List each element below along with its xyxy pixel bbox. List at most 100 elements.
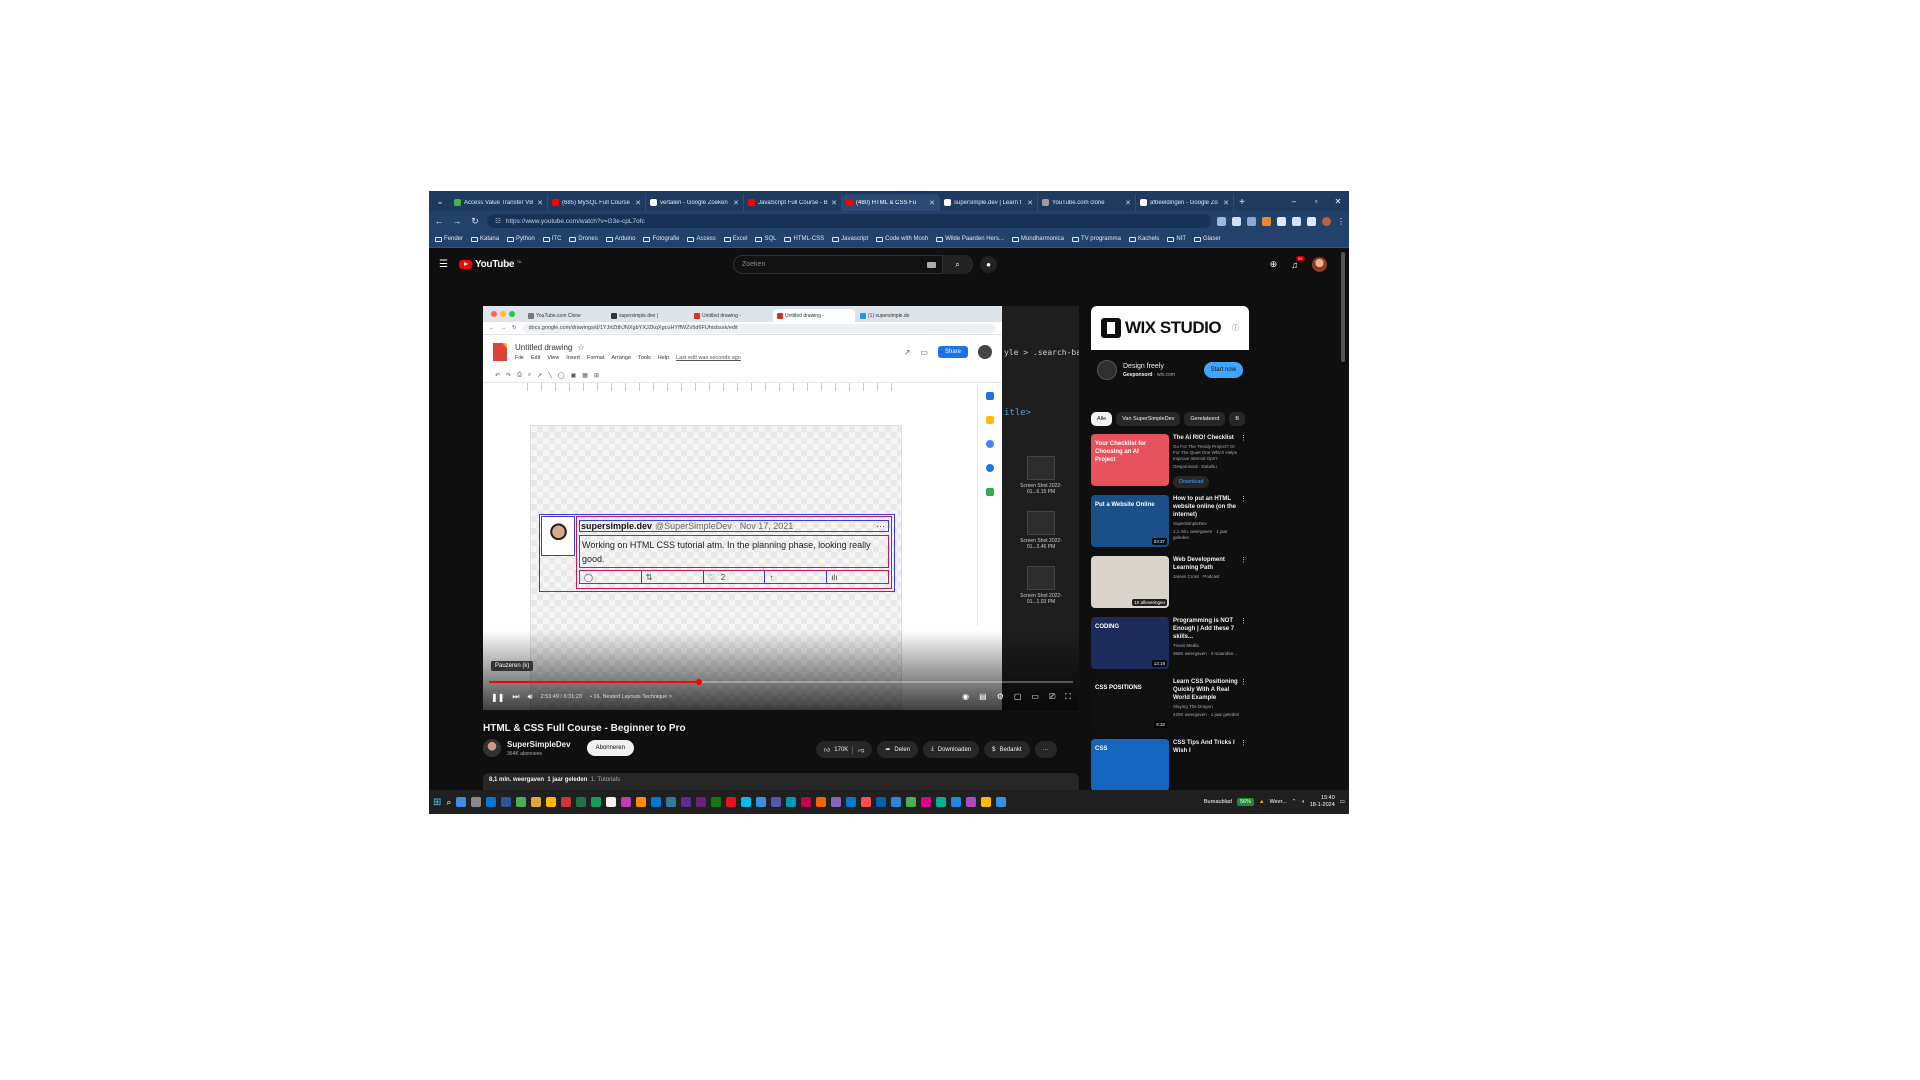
recommended-video[interactable]: Put a Website Online 23:37 How to put an H… bbox=[1091, 495, 1249, 553]
taskbar-app-icon[interactable] bbox=[711, 797, 722, 807]
video-thumbnail[interactable]: 10 afleveringen bbox=[1091, 556, 1169, 608]
chapter-title[interactable]: • 16. Nested Layouts Technique > bbox=[590, 694, 672, 700]
mic-icon[interactable]: ● bbox=[980, 256, 997, 273]
bookmark-item[interactable]: Mondharmonica bbox=[1011, 236, 1064, 242]
filter-chip[interactable]: B bbox=[1229, 411, 1246, 426]
next-icon[interactable]: ⏭ bbox=[512, 692, 519, 702]
taskbar-app-icon[interactable] bbox=[906, 797, 917, 807]
restore-icon[interactable]: ▫ bbox=[1305, 197, 1327, 206]
share-button[interactable]: ➦ Delen bbox=[877, 741, 919, 758]
taskbar-app-icon[interactable] bbox=[741, 797, 752, 807]
recommended-video[interactable]: CSS POSITIONS 8:32 Learn CSS Positioning Q… bbox=[1091, 678, 1249, 736]
taskbar-app-icon[interactable] bbox=[936, 797, 947, 807]
taskbar-app-icon[interactable] bbox=[636, 797, 647, 807]
extension-icon[interactable] bbox=[1247, 216, 1256, 226]
forward-icon[interactable]: → bbox=[451, 216, 463, 226]
taskbar-app-icon[interactable] bbox=[861, 797, 872, 807]
subscribe-button[interactable]: Abonneren bbox=[586, 740, 634, 756]
tab-close-icon[interactable]: ✕ bbox=[635, 199, 641, 207]
clock[interactable]: 15:40 18-1-2024 bbox=[1310, 795, 1335, 809]
theater-icon[interactable]: ▭ bbox=[1031, 692, 1039, 702]
taskbar-app-icon[interactable] bbox=[831, 797, 842, 807]
taskbar-app-icon[interactable] bbox=[921, 797, 932, 807]
ad-banner[interactable]: WIX STUDIO ⓘ bbox=[1091, 306, 1249, 350]
search-input[interactable]: Zoeken bbox=[734, 261, 927, 268]
autoplay-toggle-icon[interactable]: ◉ bbox=[962, 692, 969, 702]
reload-icon[interactable]: ↻ bbox=[469, 216, 481, 227]
tab-close-icon[interactable]: ✕ bbox=[1223, 199, 1229, 207]
menu-icon[interactable]: ☰ bbox=[439, 259, 453, 270]
pause-icon[interactable]: ❚❚ bbox=[491, 693, 504, 702]
browser-tab[interactable]: YouTube.com clone ✕ bbox=[1038, 194, 1136, 211]
info-icon[interactable]: ⓘ bbox=[1232, 323, 1239, 333]
avatar[interactable] bbox=[1312, 257, 1327, 272]
bookmark-item[interactable]: Kachels bbox=[1128, 236, 1159, 242]
taskbar-app-icon[interactable] bbox=[456, 797, 467, 807]
taskbar-app-icon[interactable] bbox=[576, 797, 587, 807]
keyboard-icon[interactable] bbox=[927, 261, 936, 268]
taskbar-app-icon[interactable] bbox=[501, 797, 512, 807]
bookmark-item[interactable]: Access bbox=[687, 236, 716, 242]
channel-avatar[interactable] bbox=[483, 739, 501, 757]
taskbar-app-icon[interactable] bbox=[666, 797, 677, 807]
bookmark-item[interactable]: Wilde Paarden Hers... bbox=[936, 236, 1004, 242]
taskbar-app-icon[interactable] bbox=[966, 797, 977, 807]
browser-tab[interactable]: (480) HTML & CSS Fu ✕ bbox=[842, 194, 940, 211]
tab-close-icon[interactable]: ✕ bbox=[1125, 199, 1131, 207]
close-icon[interactable]: ✕ bbox=[1327, 197, 1349, 206]
bookmark-item[interactable]: TV programma bbox=[1071, 236, 1121, 242]
video-thumbnail[interactable]: Your Checklist for Choosing an AI Projec… bbox=[1091, 434, 1169, 486]
bookmark-item[interactable]: Javascript bbox=[832, 236, 868, 242]
bookmark-item[interactable]: Fotografie bbox=[643, 236, 679, 242]
bookmark-item[interactable]: Excel bbox=[723, 236, 747, 242]
scrollbar[interactable] bbox=[1339, 248, 1347, 790]
taskbar-app-icon[interactable] bbox=[531, 797, 542, 807]
taskbar-app-icon[interactable] bbox=[801, 797, 812, 807]
video-title[interactable]: Learn CSS Positioning Quickly With A Rea… bbox=[1173, 678, 1241, 702]
taskbar-app-icon[interactable] bbox=[486, 797, 497, 807]
taskbar-app-icon[interactable] bbox=[471, 797, 482, 807]
volume-icon[interactable]: ◖ bbox=[1301, 799, 1304, 805]
desktop-label[interactable]: Bureaublad bbox=[1204, 799, 1232, 805]
network-icon[interactable]: ⌃ bbox=[1292, 799, 1297, 805]
ad-download-button[interactable]: Download bbox=[1173, 476, 1210, 488]
bookmark-item[interactable]: NIT bbox=[1167, 236, 1186, 242]
tab-close-icon[interactable]: ✕ bbox=[733, 199, 739, 207]
taskbar-app-icon[interactable] bbox=[561, 797, 572, 807]
new-tab-button[interactable]: + bbox=[1234, 194, 1250, 211]
tab-close-icon[interactable]: ✕ bbox=[831, 199, 837, 207]
warning-icon[interactable]: ▲ bbox=[1259, 799, 1264, 805]
taskbar-app-icon[interactable] bbox=[771, 797, 782, 807]
taskbar-app-icon[interactable] bbox=[696, 797, 707, 807]
video-player[interactable]: YouTube.com Clone supersimple.dev | Untitl… bbox=[483, 306, 1079, 710]
battery-indicator[interactable]: 56% bbox=[1236, 798, 1254, 806]
bookmark-item[interactable]: SQL bbox=[755, 236, 776, 242]
sidepanel-icon[interactable] bbox=[1307, 216, 1316, 226]
url-input[interactable]: ☷ https://www.youtube.com/watch?v=G3e-cp… bbox=[487, 214, 1211, 228]
progress-bar[interactable] bbox=[489, 679, 1073, 685]
notifications-icon[interactable]: ▭ bbox=[1340, 799, 1345, 805]
more-icon[interactable]: ⋮ bbox=[1240, 678, 1247, 686]
extension-icon[interactable] bbox=[1262, 216, 1271, 226]
tab-search-icon[interactable]: ⌄ bbox=[432, 193, 448, 209]
taskbar-app-icon[interactable] bbox=[876, 797, 887, 807]
bookmark-item[interactable]: Python bbox=[507, 236, 535, 242]
more-icon[interactable]: ⋮ bbox=[1240, 434, 1247, 442]
channel-name[interactable]: SuperSimpleDev bbox=[507, 740, 571, 749]
thumbs-down-icon[interactable]: 👎︎ bbox=[852, 745, 864, 754]
bookmark-item[interactable]: Arduino bbox=[605, 236, 635, 242]
profile-avatar[interactable] bbox=[1322, 216, 1331, 226]
taskbar-app-icon[interactable] bbox=[756, 797, 767, 807]
bookmark-item[interactable]: Katana bbox=[471, 236, 499, 242]
tab-close-icon[interactable]: ✕ bbox=[537, 199, 543, 207]
more-icon[interactable]: ⋮ bbox=[1240, 495, 1247, 503]
weather-label[interactable]: Weer... bbox=[1269, 799, 1286, 805]
filter-chip[interactable]: Van SuperSimpleDev bbox=[1116, 411, 1181, 426]
start-now-button[interactable]: Start now bbox=[1203, 362, 1243, 378]
bookmark-item[interactable]: Drones bbox=[569, 236, 598, 242]
video-title[interactable]: Web Development Learning Path bbox=[1173, 556, 1241, 572]
taskbar-app-icon[interactable] bbox=[816, 797, 827, 807]
cast-icon[interactable]: ⎚ bbox=[1049, 692, 1055, 702]
video-title[interactable]: How to put an HTML website online (on th… bbox=[1173, 495, 1241, 519]
settings-icon[interactable]: ⚙ bbox=[997, 692, 1004, 702]
